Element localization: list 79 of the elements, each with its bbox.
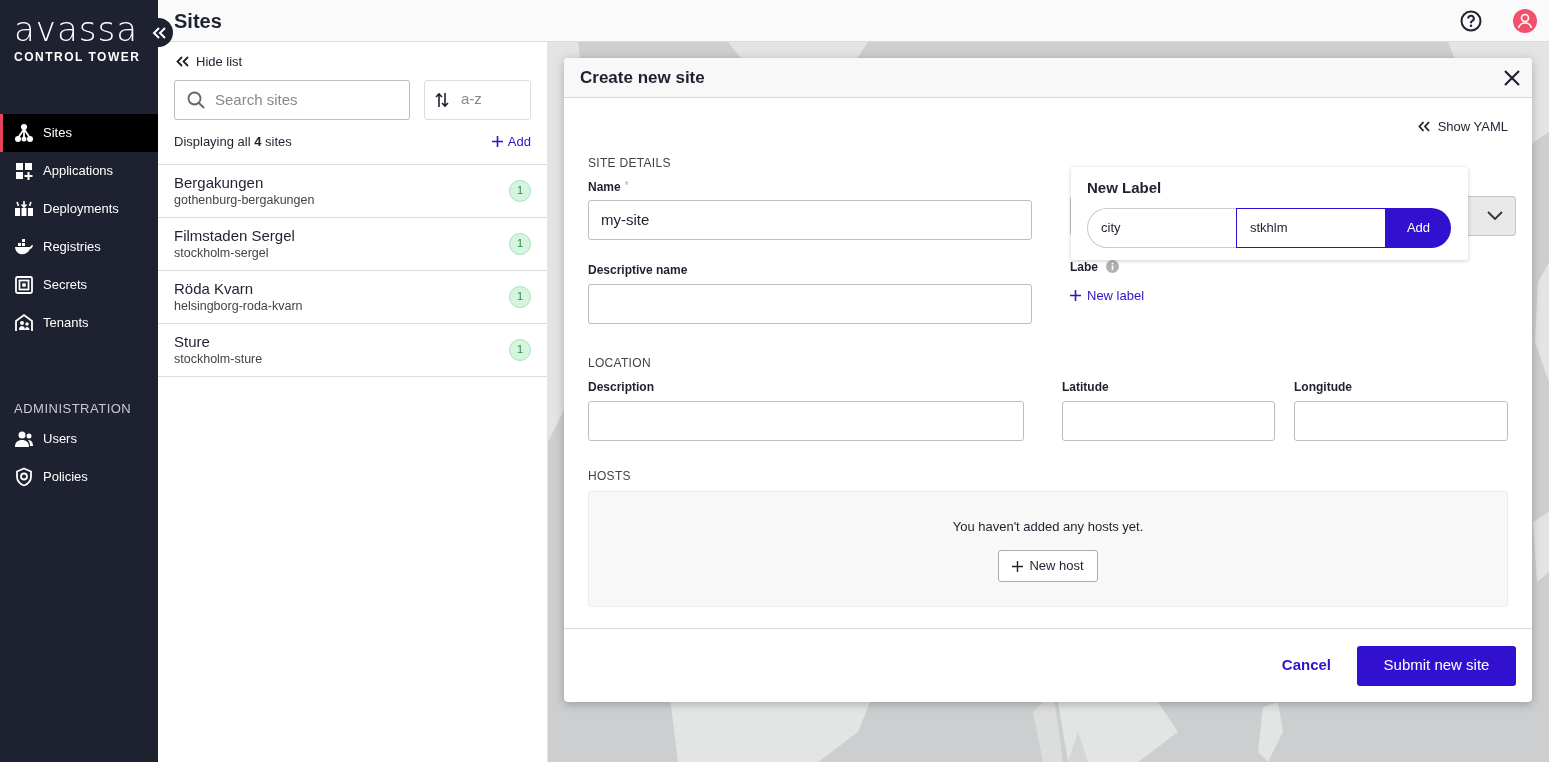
field-label: Labe: [1070, 258, 1098, 276]
whale-icon: [14, 237, 34, 257]
plus-icon: [491, 136, 503, 147]
sort-button[interactable]: a-z: [424, 79, 531, 120]
longitude-field[interactable]: [1294, 400, 1508, 441]
site-id: stockholm-sture: [174, 351, 263, 367]
search-icon: [187, 90, 205, 109]
popover-title: New Label: [1087, 178, 1163, 198]
field-label: Name: [588, 178, 621, 196]
dialog-title: Create new site: [580, 66, 705, 89]
add-link[interactable]: Add: [491, 131, 531, 152]
new-host-button[interactable]: New host: [998, 550, 1098, 582]
field-label: Latitude: [1062, 378, 1110, 396]
tree-nodes-icon: [14, 123, 34, 143]
field-label: Description: [588, 378, 655, 396]
name-field[interactable]: my-site: [588, 199, 1032, 240]
field-label: Descriptive name: [588, 261, 689, 279]
field-label: Longitude: [1294, 378, 1353, 396]
plus-icon: [1012, 560, 1024, 572]
sidebar-item[interactable]: Secrets: [0, 266, 158, 304]
sidebar-item[interactable]: Tenants: [0, 304, 158, 342]
section-heading: LOCATION: [588, 354, 652, 372]
sidebar-item[interactable]: Applications: [0, 152, 158, 190]
site-id: stockholm-sergel: [174, 245, 270, 261]
label-key-field[interactable]: city: [1087, 207, 1236, 248]
double-chevron-left-icon: [176, 56, 189, 68]
count-badge: 1: [509, 232, 531, 255]
close-button[interactable]: [1502, 67, 1522, 88]
section-heading: ADMINISTRATION: [13, 400, 133, 418]
label-value-field[interactable]: stkhlm: [1236, 207, 1386, 248]
sidebar-item[interactable]: Registries: [0, 228, 158, 266]
user-avatar-icon[interactable]: [1513, 8, 1537, 33]
add-label-button[interactable]: Add: [1386, 207, 1451, 248]
cancel-button[interactable]: Cancel: [1279, 654, 1333, 677]
site-name: Sture: [174, 332, 211, 351]
site-id: helsingborg-roda-kvarn: [174, 298, 303, 314]
required-mark: *: [624, 178, 629, 193]
grid-plus-icon: [14, 161, 34, 181]
double-chevron-left-icon: [1417, 121, 1430, 133]
sidebar-item[interactable]: Users: [0, 419, 158, 458]
plus-icon: [1070, 289, 1081, 301]
count-badge: 1: [509, 179, 531, 202]
site-row[interactable]: Sture stockholm-sture 1: [158, 323, 547, 377]
help-icon[interactable]: [1460, 9, 1482, 32]
show-yaml-button[interactable]: Show YAML: [1417, 117, 1508, 137]
safe-icon: [14, 275, 34, 295]
double-chevron-left-icon: [151, 26, 166, 39]
submit-button[interactable]: Submit new site: [1357, 645, 1516, 686]
section-heading: SITE DETAILS: [588, 154, 672, 172]
sidebar-item[interactable]: Sites: [0, 114, 158, 152]
chevron-down-icon: [1487, 211, 1503, 220]
site-name: Röda Kvarn: [174, 279, 255, 298]
site-row[interactable]: Bergakungen gothenburg-bergakungen 1: [158, 164, 547, 218]
shield-icon: [14, 466, 34, 487]
description-field[interactable]: [588, 400, 1024, 441]
sort-arrows-icon: [435, 91, 449, 108]
count-badge: 1: [509, 338, 531, 361]
hide-list-button[interactable]: Hide list: [176, 52, 243, 72]
page-title: Sites: [174, 8, 222, 34]
site-name: Filmstaden Sergel: [174, 226, 295, 245]
logo: avassa: [14, 12, 140, 46]
site-row[interactable]: Röda Kvarn helsingborg-roda-kvarn 1: [158, 270, 547, 324]
site-id: gothenburg-bergakungen: [174, 192, 315, 208]
sites-count-text: Displaying all 4 sites: [174, 132, 292, 151]
close-icon: [1504, 69, 1520, 86]
sidebar-item[interactable]: Deployments: [0, 190, 158, 228]
sidebar-item[interactable]: Policies: [0, 457, 158, 496]
boxes-icon: [14, 199, 34, 219]
section-heading: HOSTS: [588, 467, 632, 485]
new-label-link[interactable]: New label: [1070, 285, 1145, 305]
empty-message: You haven't added any hosts yet.: [952, 517, 1144, 536]
search-field[interactable]: Search sites: [174, 79, 410, 120]
site-row[interactable]: Filmstaden Sergel stockholm-sergel 1: [158, 217, 547, 271]
house-people-icon: [14, 313, 34, 333]
latitude-field[interactable]: [1062, 400, 1275, 441]
descriptive-name-field[interactable]: [588, 283, 1032, 324]
site-name: Bergakungen: [174, 173, 265, 192]
count-badge: 1: [509, 285, 531, 308]
logo-subtitle: CONTROL TOWER: [14, 49, 142, 66]
